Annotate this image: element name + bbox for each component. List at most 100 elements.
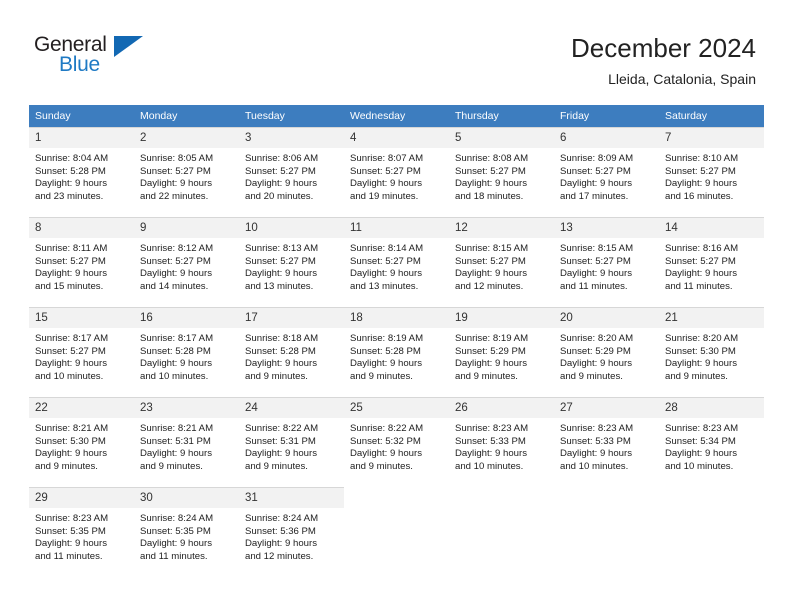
calendar-cell[interactable]: 15 Sunrise: 8:17 AM Sunset: 5:27 PM Dayligh… [29,307,134,397]
weekday-header-sunday: Sunday [29,105,134,127]
day-details: Sunrise: 8:18 AM Sunset: 5:28 PM Daylight:… [239,328,344,383]
daylight-text-line1: Daylight: 9 hours [665,268,737,280]
daylight-text-line1: Daylight: 9 hours [245,358,317,370]
daylight-text-line1: Daylight: 9 hours [665,178,737,190]
calendar-cell[interactable]: 23 Sunrise: 8:21 AM Sunset: 5:31 PM Dayligh… [134,397,239,487]
daylight-text-line1: Daylight: 9 hours [245,178,317,190]
day-number: 4 [344,128,449,148]
general-blue-logo[interactable]: General Blue [34,33,234,89]
daylight-text-line1: Daylight: 9 hours [245,538,317,550]
calendar-cell[interactable]: 16 Sunrise: 8:17 AM Sunset: 5:28 PM Dayligh… [134,307,239,397]
day-number: 8 [29,218,134,238]
calendar-cell[interactable]: 24 Sunrise: 8:22 AM Sunset: 5:31 PM Dayligh… [239,397,344,487]
logo-text-blue: Blue [59,53,100,76]
daylight-text-line1: Daylight: 9 hours [665,448,737,460]
day-number: 29 [29,488,134,508]
daylight-text-line2: and 9 minutes. [350,460,413,472]
sunrise-text: Sunrise: 8:20 AM [665,333,739,344]
sunset-text: Sunset: 5:35 PM [140,525,211,537]
daylight-text-line2: and 22 minutes. [140,190,209,202]
day-number [449,488,554,508]
daylight-text-line1: Daylight: 9 hours [245,268,317,280]
sunrise-text: Sunrise: 8:20 AM [560,333,634,344]
calendar-cell[interactable]: 6 Sunrise: 8:09 AM Sunset: 5:27 PM Daylight… [554,127,659,217]
sunrise-text: Sunrise: 8:06 AM [245,153,319,164]
triangle-icon [114,36,143,57]
calendar-cell[interactable]: 21 Sunrise: 8:20 AM Sunset: 5:30 PM Dayligh… [659,307,764,397]
daylight-text-line2: and 9 minutes. [350,370,413,382]
day-details: Sunrise: 8:24 AM Sunset: 5:36 PM Daylight:… [239,508,344,563]
calendar-cell[interactable]: 29 Sunrise: 8:23 AM Sunset: 5:35 PM Dayligh… [29,487,134,577]
calendar-cell[interactable]: 26 Sunrise: 8:23 AM Sunset: 5:33 PM Dayligh… [449,397,554,487]
sunset-text: Sunset: 5:27 PM [350,255,421,267]
weekday-header-monday: Monday [134,105,239,127]
day-details: Sunrise: 8:17 AM Sunset: 5:27 PM Daylight:… [29,328,134,383]
calendar-cell[interactable]: 28 Sunrise: 8:23 AM Sunset: 5:34 PM Dayligh… [659,397,764,487]
day-details: Sunrise: 8:21 AM Sunset: 5:31 PM Daylight:… [134,418,239,473]
day-details: Sunrise: 8:22 AM Sunset: 5:32 PM Daylight:… [344,418,449,473]
calendar-week-row: 1 Sunrise: 8:04 AM Sunset: 5:28 PM Daylight… [29,127,764,217]
sunset-text: Sunset: 5:27 PM [245,165,316,177]
calendar-week-row: 15 Sunrise: 8:17 AM Sunset: 5:27 PM Dayligh… [29,307,764,397]
daylight-text-line1: Daylight: 9 hours [455,448,527,460]
calendar-cell[interactable]: 1 Sunrise: 8:04 AM Sunset: 5:28 PM Daylight… [29,127,134,217]
calendar-cell[interactable]: 19 Sunrise: 8:19 AM Sunset: 5:29 PM Dayligh… [449,307,554,397]
calendar-cell[interactable]: 27 Sunrise: 8:23 AM Sunset: 5:33 PM Dayligh… [554,397,659,487]
daylight-text-line1: Daylight: 9 hours [140,178,212,190]
calendar-cell[interactable]: 30 Sunrise: 8:24 AM Sunset: 5:35 PM Dayligh… [134,487,239,577]
calendar-cell[interactable]: 17 Sunrise: 8:18 AM Sunset: 5:28 PM Dayligh… [239,307,344,397]
calendar-cell[interactable]: 18 Sunrise: 8:19 AM Sunset: 5:28 PM Dayligh… [344,307,449,397]
calendar-cell[interactable]: 5 Sunrise: 8:08 AM Sunset: 5:27 PM Daylight… [449,127,554,217]
calendar-cell[interactable]: 7 Sunrise: 8:10 AM Sunset: 5:27 PM Daylight… [659,127,764,217]
calendar-cell[interactable]: 11 Sunrise: 8:14 AM Sunset: 5:27 PM Dayligh… [344,217,449,307]
sunrise-text: Sunrise: 8:16 AM [665,243,739,254]
day-details: Sunrise: 8:21 AM Sunset: 5:30 PM Daylight:… [29,418,134,473]
sunrise-text: Sunrise: 8:14 AM [350,243,424,254]
sunrise-text: Sunrise: 8:15 AM [455,243,529,254]
daylight-text-line2: and 9 minutes. [560,370,623,382]
calendar-cell[interactable]: 14 Sunrise: 8:16 AM Sunset: 5:27 PM Dayligh… [659,217,764,307]
day-number: 22 [29,398,134,418]
calendar-cell[interactable]: 8 Sunrise: 8:11 AM Sunset: 5:27 PM Daylight… [29,217,134,307]
calendar-cell[interactable]: 9 Sunrise: 8:12 AM Sunset: 5:27 PM Daylight… [134,217,239,307]
daylight-text-line1: Daylight: 9 hours [35,268,107,280]
calendar-cell[interactable]: 13 Sunrise: 8:15 AM Sunset: 5:27 PM Dayligh… [554,217,659,307]
day-number: 7 [659,128,764,148]
day-details: Sunrise: 8:06 AM Sunset: 5:27 PM Daylight:… [239,148,344,203]
sunset-text: Sunset: 5:34 PM [665,435,736,447]
daylight-text-line2: and 9 minutes. [245,370,308,382]
calendar-cell[interactable]: 2 Sunrise: 8:05 AM Sunset: 5:27 PM Daylight… [134,127,239,217]
day-number: 5 [449,128,554,148]
day-number: 17 [239,308,344,328]
sunrise-text: Sunrise: 8:12 AM [140,243,214,254]
calendar-cell[interactable]: 10 Sunrise: 8:13 AM Sunset: 5:27 PM Dayligh… [239,217,344,307]
sunset-text: Sunset: 5:36 PM [245,525,316,537]
calendar-cell[interactable]: 22 Sunrise: 8:21 AM Sunset: 5:30 PM Dayligh… [29,397,134,487]
daylight-text-line1: Daylight: 9 hours [560,268,632,280]
calendar-cell[interactable]: 25 Sunrise: 8:22 AM Sunset: 5:32 PM Dayligh… [344,397,449,487]
sunrise-text: Sunrise: 8:23 AM [35,513,109,524]
day-details: Sunrise: 8:05 AM Sunset: 5:27 PM Daylight:… [134,148,239,203]
daylight-text-line1: Daylight: 9 hours [665,358,737,370]
sunset-text: Sunset: 5:28 PM [245,345,316,357]
sunrise-text: Sunrise: 8:15 AM [560,243,634,254]
day-number [554,488,659,508]
day-number: 28 [659,398,764,418]
calendar-cell[interactable]: 12 Sunrise: 8:15 AM Sunset: 5:27 PM Dayligh… [449,217,554,307]
calendar-cell[interactable]: 4 Sunrise: 8:07 AM Sunset: 5:27 PM Daylight… [344,127,449,217]
calendar-week-row: 22 Sunrise: 8:21 AM Sunset: 5:30 PM Dayligh… [29,397,764,487]
day-number: 23 [134,398,239,418]
sunrise-text: Sunrise: 8:22 AM [245,423,319,434]
day-number: 21 [659,308,764,328]
calendar-cell-empty [659,487,764,577]
daylight-text-line1: Daylight: 9 hours [350,358,422,370]
day-number: 9 [134,218,239,238]
day-number: 3 [239,128,344,148]
calendar-cell[interactable]: 3 Sunrise: 8:06 AM Sunset: 5:27 PM Daylight… [239,127,344,217]
daylight-text-line2: and 18 minutes. [455,190,524,202]
page-header: General Blue December 2024 Lleida, Catal… [0,0,792,104]
calendar-cell[interactable]: 20 Sunrise: 8:20 AM Sunset: 5:29 PM Dayligh… [554,307,659,397]
calendar-cell[interactable]: 31 Sunrise: 8:24 AM Sunset: 5:36 PM Dayligh… [239,487,344,577]
day-number: 14 [659,218,764,238]
sunset-text: Sunset: 5:27 PM [665,255,736,267]
